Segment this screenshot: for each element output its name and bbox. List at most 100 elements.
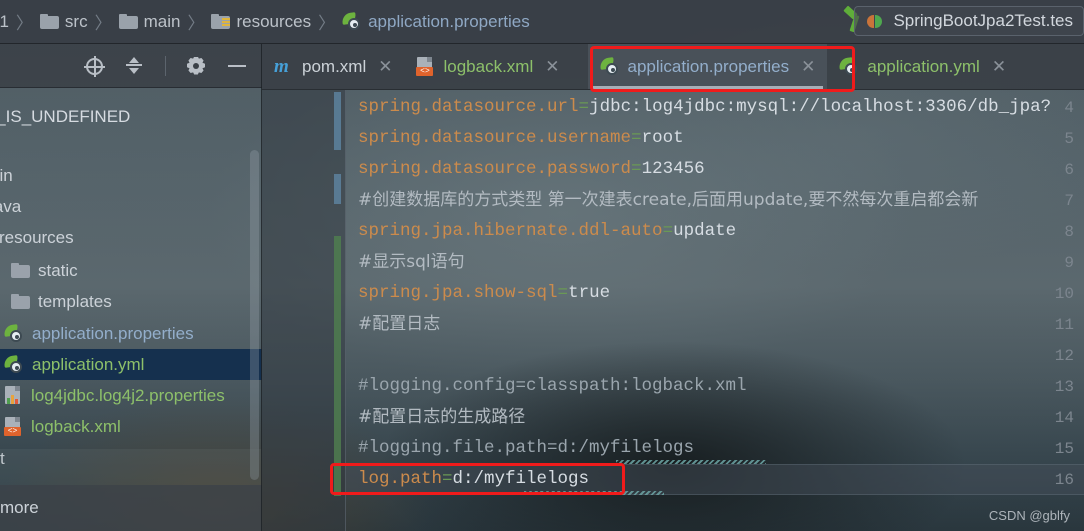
tab-logback-xml[interactable]: <> logback.xml ✕ — [404, 44, 571, 89]
module-row[interactable]: th_IS_UNDEFINED — [0, 102, 130, 132]
spring-leaf-icon — [598, 56, 620, 76]
breadcrumb-separator-icon: 〉 — [318, 14, 336, 33]
breadcrumb-label: resources — [236, 11, 312, 31]
property-key: spring.datasource.url — [358, 97, 579, 117]
tree-item-application-properties[interactable]: application.properties — [3, 318, 262, 349]
tree-item-label: application.properties — [32, 323, 194, 343]
tree-item-static[interactable]: static — [11, 255, 78, 286]
code-line-comment[interactable]: #logging.config=classpath:logback.xml — [358, 371, 747, 402]
breadcrumb-item-resources[interactable]: resources — [211, 12, 311, 32]
breadcrumb-label: application.properties — [368, 11, 530, 31]
spellcheck-squiggle — [616, 460, 766, 464]
minimize-icon[interactable] — [226, 55, 248, 77]
breadcrumb-label: src — [64, 11, 88, 31]
collapse-all-icon[interactable] — [123, 55, 145, 77]
folder-icon — [118, 14, 138, 29]
resources-folder-icon — [211, 14, 231, 29]
code-line[interactable]: spring.jpa.hibernate.ddl-auto=update — [358, 216, 736, 247]
change-marker[interactable] — [334, 92, 341, 150]
run-config-icon — [867, 14, 884, 29]
tab-application-properties[interactable]: application.properties ✕ — [587, 44, 828, 89]
gear-icon[interactable] — [186, 56, 206, 76]
tree-item-templates[interactable]: templates — [11, 286, 112, 317]
tab-label: application.properties — [627, 56, 790, 76]
tree-item-label: templates — [38, 291, 112, 311]
project-tool-window: th_IS_UNDEFINED ain java resources stati… — [0, 44, 262, 531]
property-key: log.path — [358, 469, 443, 489]
spring-leaf-icon — [3, 323, 24, 343]
tab-label: pom.xml — [302, 56, 367, 76]
code-line-comment[interactable]: #配置日志 — [358, 309, 440, 340]
close-icon[interactable]: ✕ — [801, 57, 815, 77]
sidebar-scrollbar[interactable] — [250, 150, 259, 480]
sidebar-bottom-row[interactable]: more — [0, 485, 262, 531]
code-line[interactable]: spring.datasource.url=jdbc:log4jdbc:mysq… — [358, 92, 1051, 123]
code-line-comment[interactable]: #显示sql语句 — [358, 247, 465, 278]
sidebar-band — [0, 449, 262, 485]
equals-sign: = — [578, 97, 590, 117]
comment-text: #显示sql语句 — [358, 252, 465, 272]
equals-sign: = — [631, 159, 642, 179]
tree-item-logback-xml[interactable]: <> logback.xml — [4, 411, 121, 442]
code-editor[interactable]: 4 5 6 7 8 9 10 11 12 13 14 15 16 spring.… — [262, 90, 1084, 531]
equals-sign: = — [442, 469, 453, 489]
tree-item-log4jdbc-properties[interactable]: log4jdbc.log4j2.properties — [4, 380, 262, 411]
tree-item-label: log4jdbc.log4j2.properties — [31, 385, 225, 405]
breadcrumb-item-src[interactable]: src — [39, 11, 88, 32]
resources-lines-icon — [222, 18, 231, 29]
code-line-comment[interactable]: #配置日志的生成路径 — [358, 402, 525, 433]
close-icon[interactable]: ✕ — [378, 57, 392, 77]
code-content[interactable]: spring.datasource.url=jdbc:log4jdbc:mysq… — [358, 90, 1084, 531]
tab-pom-xml[interactable]: m pom.xml ✕ — [262, 44, 404, 89]
tree-item-label: application.yml — [32, 354, 145, 374]
equals-sign: = — [557, 283, 569, 303]
property-value: jdbc:log4jdbc:mysql://localhost:3306/db_… — [589, 97, 1052, 117]
tree-item-java[interactable]: java — [0, 191, 21, 222]
code-line[interactable]: spring.datasource.password=123456 — [358, 154, 705, 185]
spring-leaf-icon — [838, 56, 859, 76]
change-marker[interactable] — [334, 174, 341, 204]
breadcrumb-label: 01 — [0, 11, 9, 31]
xml-file-icon: <> — [416, 57, 435, 76]
tab-label: application.yml — [867, 56, 980, 76]
project-tree: th_IS_UNDEFINED ain java resources stati… — [0, 88, 262, 531]
properties-file-icon — [4, 386, 23, 405]
breadcrumb-item-file[interactable]: application.properties — [341, 11, 530, 32]
comment-text: #logging.config=classpath:logback.xml — [358, 376, 747, 396]
tab-label: logback.xml — [443, 56, 534, 76]
breadcrumb-separator-icon: 〉 — [187, 14, 205, 33]
tab-application-yml[interactable]: application.yml ✕ — [827, 44, 1018, 89]
property-value: update — [673, 221, 737, 241]
property-value: d:/myfilelogs — [452, 469, 590, 489]
breadcrumb-item-project[interactable]: 01 — [0, 12, 9, 32]
tree-item-main[interactable]: ain — [0, 160, 13, 191]
xml-file-icon: <> — [4, 417, 23, 436]
comment-text: #配置日志的生成路径 — [358, 407, 526, 427]
folder-icon — [11, 263, 30, 278]
spring-leaf-icon — [3, 354, 24, 374]
toolbar-divider — [165, 55, 166, 76]
equals-sign: = — [631, 128, 642, 148]
tree-item-resources[interactable]: resources — [0, 222, 74, 253]
tree-item-application-yml[interactable]: application.yml — [0, 349, 262, 380]
breadcrumb-label: main — [143, 11, 181, 31]
run-configuration-selector[interactable]: SpringBootJpa2Test.tes — [854, 6, 1084, 36]
breadcrumb-item-main[interactable]: main — [118, 11, 181, 32]
close-icon[interactable]: ✕ — [992, 57, 1006, 77]
breadcrumb-separator-icon: 〉 — [15, 14, 33, 33]
property-value: 123456 — [641, 159, 705, 179]
tree-item-label: static — [38, 260, 78, 280]
folder-icon — [11, 294, 30, 309]
close-icon[interactable]: ✕ — [545, 57, 559, 77]
breadcrumb: 01 〉 src 〉 main 〉 resources 〉 applicatio… — [0, 0, 1084, 44]
comment-text: #创建数据库的方式类型 第一次建表create,后面用update,要不然每次重… — [358, 190, 979, 210]
code-line[interactable]: spring.jpa.show-sql=true — [358, 278, 610, 309]
tree-item-label: logback.xml — [31, 416, 121, 436]
tree-item-label: ain — [0, 165, 13, 185]
locate-in-tree-icon[interactable] — [84, 56, 105, 77]
code-line[interactable]: spring.datasource.username=root — [358, 123, 684, 154]
change-marker[interactable] — [334, 236, 341, 496]
equals-sign: = — [662, 221, 674, 241]
code-line-comment[interactable]: #创建数据库的方式类型 第一次建表create,后面用update,要不然每次重… — [358, 185, 978, 216]
property-value: root — [641, 128, 684, 148]
